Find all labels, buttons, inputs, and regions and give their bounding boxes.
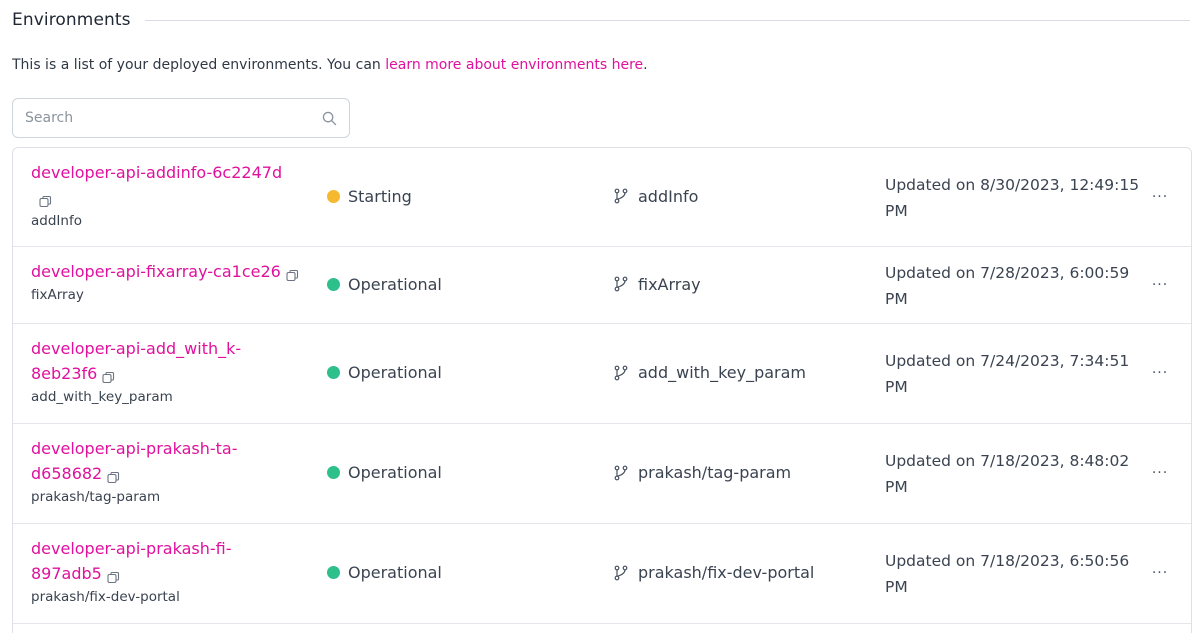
git-branch-icon — [613, 187, 631, 205]
more-options-icon[interactable]: ··· — [1148, 363, 1172, 383]
status-label: Operational — [348, 363, 442, 382]
env-cell: developer-api-fixarray-ca1ce26 fixArray — [31, 259, 316, 305]
git-branch-icon — [613, 364, 631, 382]
updated-line1: Updated on 7/28/2023, 6:00:59 — [885, 263, 1130, 282]
env-branch-label: prakash/tag-param — [31, 489, 161, 505]
env-branch-label: fixArray — [31, 287, 84, 303]
env-cell: developer-api-prakash-fi- 897adb5 prakash/… — [31, 536, 316, 607]
status-dot-icon — [327, 466, 340, 479]
updated-line2: PM — [885, 201, 908, 220]
updated-line1: Updated on 7/24/2023, 7:34:51 — [885, 352, 1130, 370]
copy-icon[interactable] — [39, 190, 52, 208]
updated-line2: PM — [885, 378, 908, 396]
more-options-icon[interactable]: ··· — [1148, 275, 1172, 295]
updated-line1: Updated on 7/18/2023, 8:48:02 — [885, 452, 1130, 470]
search-icon[interactable] — [321, 110, 337, 126]
env-name-link[interactable]: developer-api-add_with_k- 8eb23f6 — [31, 336, 316, 386]
page-title: Environments — [12, 10, 131, 30]
env-name-line1: developer-api-addinfo-6c2247d — [31, 163, 283, 182]
branch-cell: prakash/tag-param — [613, 463, 791, 482]
updated-line2: PM — [885, 478, 908, 496]
branch-cell: add_with_key_param — [613, 363, 806, 382]
branch-label: addInfo — [638, 186, 699, 206]
status-badge: Operational — [327, 363, 442, 382]
status-label: Operational — [348, 563, 442, 582]
env-branch-label: add_with_key_param — [31, 389, 173, 405]
table-row: developer-api-prakash-fi- 897adb5 prakash/… — [13, 524, 1191, 624]
status-dot-icon — [327, 366, 340, 379]
env-name-line1: developer-api-prakash-fi- — [31, 539, 232, 558]
git-branch-icon — [613, 275, 631, 293]
copy-icon[interactable] — [107, 566, 120, 584]
env-name-link[interactable]: developer-api-prakash-ta-d658682 — [31, 436, 316, 486]
env-name-link[interactable]: developer-api-addinfo-6c2247d — [31, 160, 316, 210]
env-branch-label: addInfo — [31, 213, 82, 229]
git-branch-icon — [613, 564, 631, 582]
table-row: developer-api-prakash-ta-d658682 prakash/… — [13, 424, 1191, 524]
env-name-line1: developer-api-prakash-ta- — [31, 439, 238, 458]
updated-timestamp: Updated on 7/18/2023, 8:48:02 PM — [885, 448, 1143, 500]
env-branch-label: prakash/fix-dev-portal — [31, 589, 180, 605]
updated-timestamp: Updated on 7/18/2023, 6:50:56 PM — [885, 548, 1143, 600]
branch-label: prakash/tag-param — [638, 463, 792, 482]
env-name-link[interactable]: developer-api-fixarray-ca1ce26 — [31, 259, 316, 284]
section-header: Environments — [12, 8, 1190, 32]
status-badge: Operational — [327, 463, 442, 482]
env-name-line2: 897adb5 — [31, 564, 102, 583]
env-name-link[interactable]: developer-api-prakash-fi- 897adb5 — [31, 536, 316, 586]
more-options-icon[interactable]: ··· — [1148, 563, 1172, 583]
more-options-icon[interactable]: ··· — [1148, 187, 1172, 207]
status-badge: Starting — [327, 187, 412, 206]
status-badge: Operational — [327, 275, 442, 294]
learn-more-link[interactable]: learn more about environments here — [385, 57, 643, 73]
updated-line1: Updated on 8/30/2023, 12:49:15 — [885, 175, 1140, 194]
status-dot-icon — [327, 189, 340, 203]
env-cell: developer-api-add_with_k- 8eb23f6 add_with… — [31, 336, 316, 407]
branch-cell: fixArray — [613, 275, 701, 294]
intro-suffix: . — [643, 57, 648, 73]
table-row: developer-api-addinfo-6c2247d addInfo Star… — [13, 148, 1191, 247]
updated-line2: PM — [885, 578, 908, 596]
header-divider — [144, 19, 1190, 21]
branch-label: add_with_key_param — [638, 363, 806, 382]
copy-icon[interactable] — [102, 366, 115, 384]
copy-icon[interactable] — [286, 264, 299, 282]
search-box — [12, 98, 350, 138]
env-cell: developer-api-addinfo-6c2247d addInfo — [31, 160, 316, 231]
branch-cell: prakash/fix-dev-portal — [613, 563, 814, 582]
environments-table: developer-api-addinfo-6c2247d addInfo Star… — [12, 147, 1192, 633]
status-label: Operational — [348, 274, 442, 294]
status-label: Operational — [348, 463, 442, 482]
git-branch-icon — [613, 464, 631, 482]
updated-timestamp: Updated on 7/28/2023, 6:00:59 PM — [885, 260, 1143, 312]
updated-timestamp: Updated on 8/30/2023, 12:49:15 PM — [885, 172, 1143, 224]
env-name-line1: developer-api-add_with_k- — [31, 339, 242, 358]
branch-cell: addInfo — [613, 187, 698, 206]
status-badge: Operational — [327, 563, 442, 582]
env-name-line1: developer-api-fixarray-ca1ce26 — [31, 262, 281, 281]
intro-sentence: This is a list of your deployed environm… — [12, 57, 386, 73]
copy-icon[interactable] — [107, 466, 120, 484]
env-name-line2: 8eb23f6 — [31, 364, 98, 383]
table-row: developer-api-add_with_k- 8eb23f6 add_with… — [13, 324, 1191, 424]
env-cell: developer-api-prakash-ta-d658682 prakash/… — [31, 436, 316, 507]
intro-text: This is a list of your deployed environm… — [12, 57, 648, 73]
environments-page: Environments This is a list of your depl… — [0, 0, 1200, 633]
env-name-line2: d658682 — [31, 464, 103, 483]
status-dot-icon — [327, 277, 340, 291]
status-label: Starting — [348, 186, 412, 206]
status-dot-icon — [327, 566, 340, 579]
updated-line2: PM — [885, 289, 908, 308]
branch-label: fixArray — [638, 274, 701, 294]
updated-timestamp: Updated on 7/24/2023, 7:34:51 PM — [885, 348, 1143, 400]
branch-label: prakash/fix-dev-portal — [638, 563, 815, 582]
more-options-icon[interactable]: ··· — [1148, 463, 1172, 483]
search-input[interactable] — [25, 110, 321, 126]
table-row: developer-api-fixarray-ca1ce26 fixArray Op… — [13, 247, 1191, 324]
updated-line1: Updated on 7/18/2023, 6:50:56 — [885, 552, 1130, 570]
